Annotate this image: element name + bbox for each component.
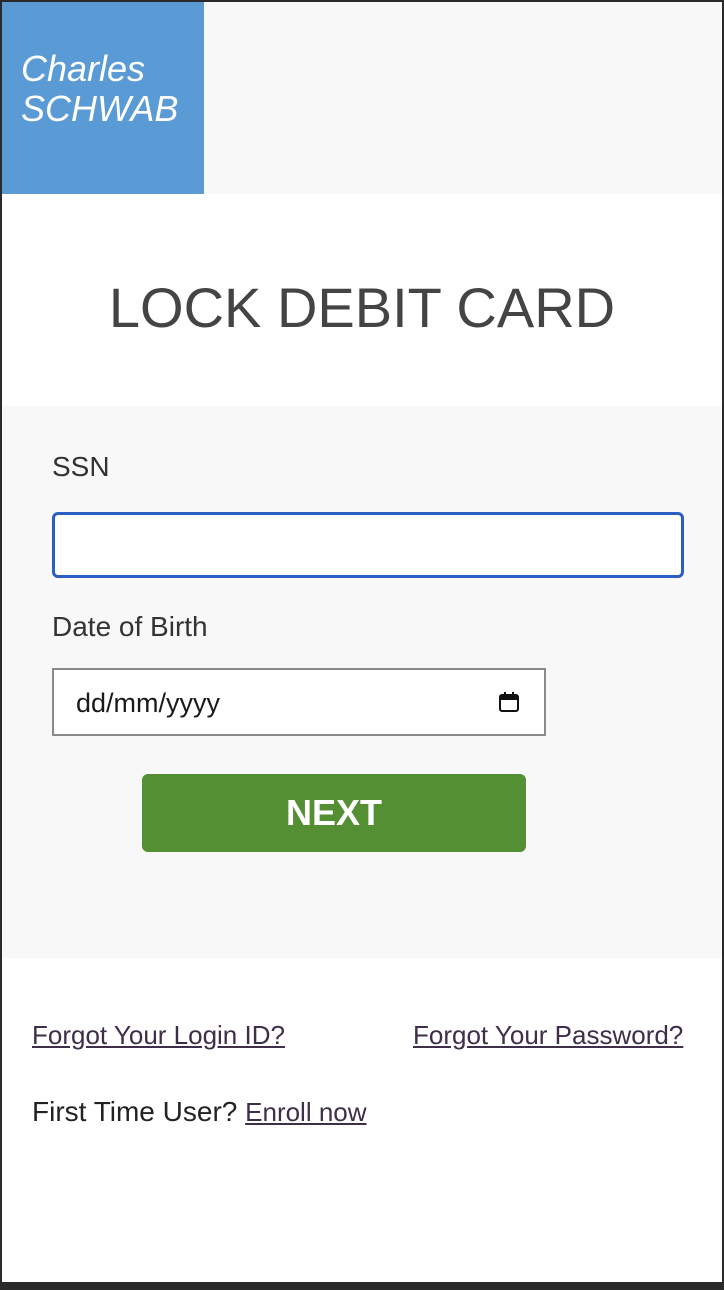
logo-line-1: Charles xyxy=(21,48,146,89)
page-frame: Charles SCHWAB LOCK DEBIT CARD SSN Date … xyxy=(0,0,724,1290)
title-area: LOCK DEBIT CARD xyxy=(2,194,722,406)
next-button[interactable]: NEXT xyxy=(142,774,526,852)
charles-schwab-logo[interactable]: Charles SCHWAB xyxy=(2,2,204,194)
ssn-input[interactable] xyxy=(52,512,684,578)
date-of-birth-input[interactable]: dd/mm/yyyy xyxy=(52,668,546,736)
dob-placeholder: dd/mm/yyyy xyxy=(76,688,221,718)
forgot-password-link[interactable]: Forgot Your Password? xyxy=(413,1020,683,1050)
header: Charles SCHWAB xyxy=(2,2,722,194)
forgot-login-id-link[interactable]: Forgot Your Login ID? xyxy=(32,1020,285,1050)
enroll-now-link[interactable]: Enroll now xyxy=(245,1097,366,1127)
lock-card-form: SSN Date of Birth dd/mm/yyyy NEXT xyxy=(2,406,722,958)
calendar-icon[interactable] xyxy=(497,690,521,714)
first-time-user: First Time User? Enroll now xyxy=(32,1096,367,1128)
first-time-user-text: First Time User? xyxy=(32,1096,238,1127)
ssn-label: SSN xyxy=(52,451,110,482)
dob-label: Date of Birth xyxy=(52,611,208,642)
page-title: LOCK DEBIT CARD xyxy=(108,276,616,339)
logo-line-2: SCHWAB xyxy=(21,88,179,129)
